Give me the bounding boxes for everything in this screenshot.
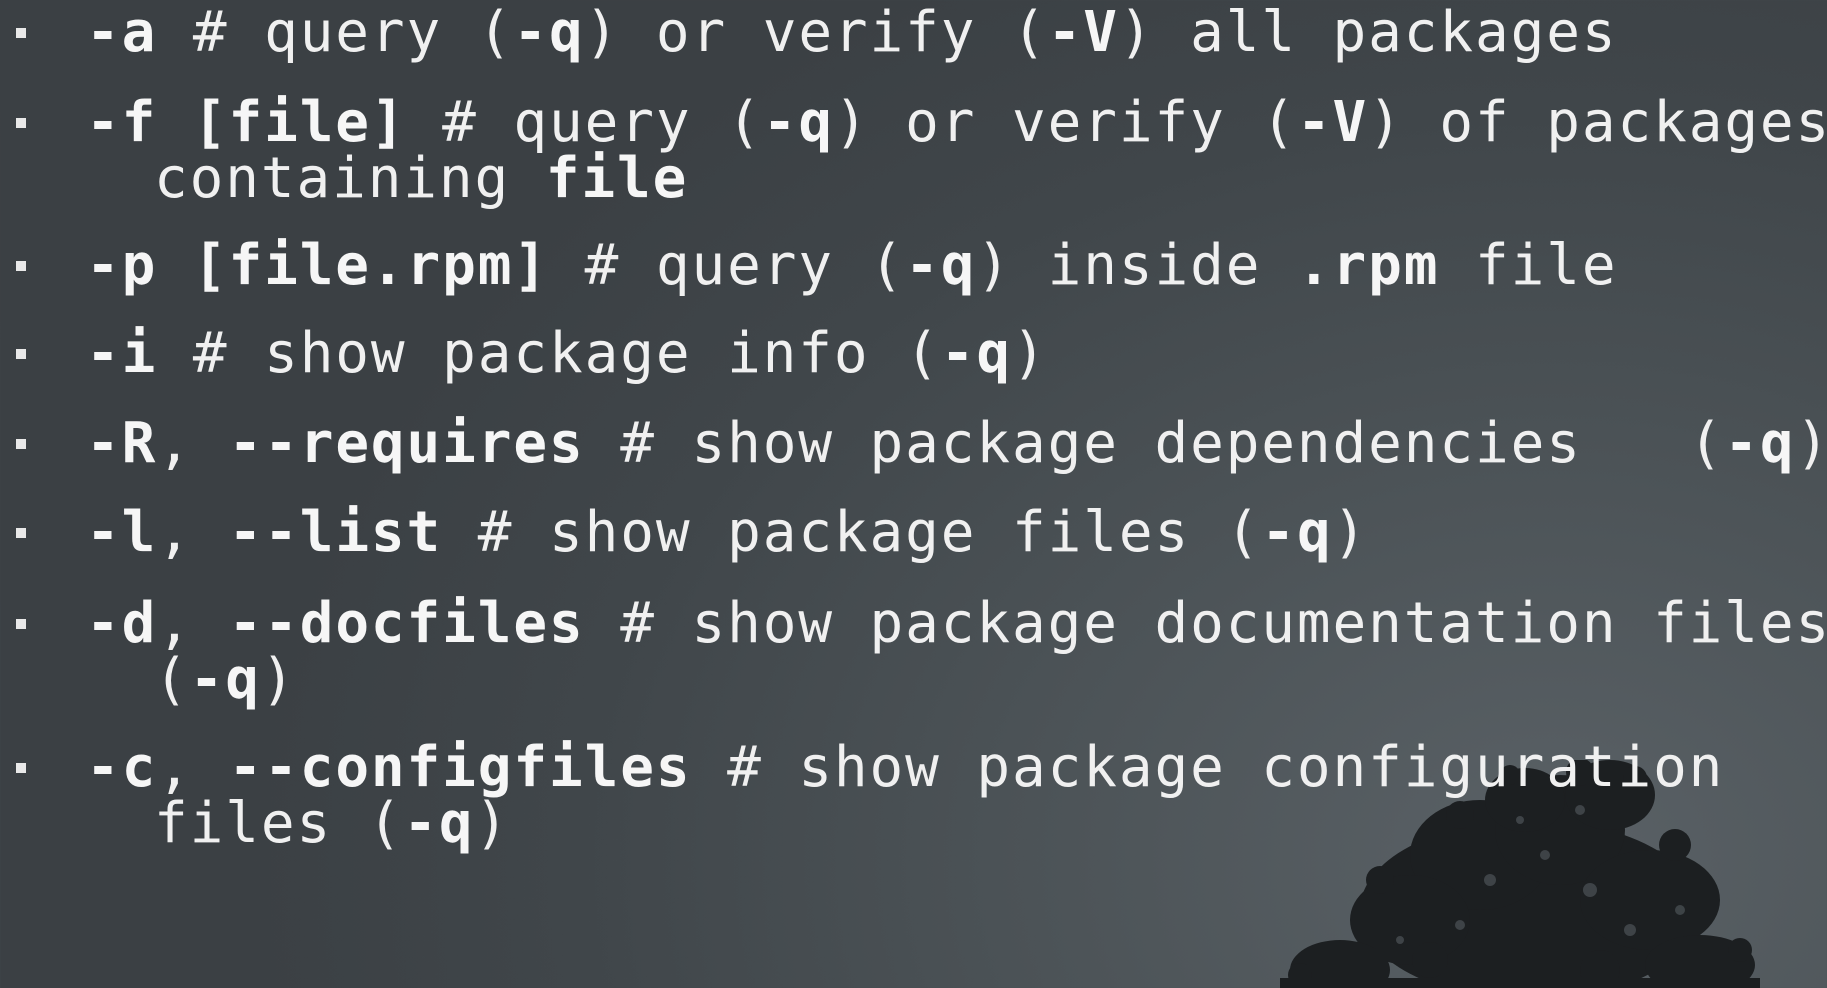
option-flag: -R bbox=[86, 411, 158, 476]
item-line: -c, --configfiles # show package configu… bbox=[86, 740, 1724, 796]
option-flag: -q bbox=[403, 791, 475, 856]
option-description: file bbox=[1439, 233, 1618, 298]
option-description: files ( bbox=[154, 791, 404, 856]
option-description: # show package configuration bbox=[691, 735, 1725, 800]
option-flag: -q bbox=[513, 0, 585, 65]
bullet-marker-icon bbox=[16, 28, 26, 38]
option-description: ) bbox=[260, 647, 297, 712]
option-flag: -q bbox=[940, 321, 1012, 386]
bullet-marker-icon bbox=[16, 261, 26, 271]
option-description: , bbox=[157, 411, 229, 476]
item-line: -p [file.rpm] # query (-q) inside .rpm f… bbox=[86, 238, 1617, 294]
option-description: containing bbox=[154, 146, 546, 211]
option-description: # show package dependencies ( bbox=[584, 411, 1725, 476]
option-flag: -q bbox=[762, 90, 834, 155]
option-flag: -q bbox=[905, 233, 977, 298]
option-description: ( bbox=[154, 647, 190, 712]
option-description: ) inside bbox=[976, 233, 1297, 298]
option-description: , bbox=[157, 500, 229, 565]
bullet-marker-icon bbox=[16, 763, 26, 773]
bullet-marker-icon bbox=[16, 619, 26, 629]
item-continuation-line: containing file bbox=[154, 151, 688, 207]
slide: -a # query (-q) or verify (-V) all packa… bbox=[0, 0, 1827, 988]
option-flag: -d bbox=[86, 591, 158, 656]
option-flag: -V bbox=[1296, 90, 1369, 155]
option-flag: -i bbox=[86, 321, 158, 386]
item-line: -R, --requires # show package dependenci… bbox=[86, 416, 1827, 472]
option-description: # query ( bbox=[157, 0, 514, 65]
option-flag: -a bbox=[86, 0, 158, 65]
option-description: # show package documentation files bbox=[584, 591, 1827, 656]
option-flag: --requires bbox=[228, 411, 585, 476]
item-continuation-line: (-q) bbox=[154, 652, 296, 708]
option-description: # show package info ( bbox=[157, 321, 941, 386]
option-flag: -l bbox=[86, 500, 158, 565]
option-flag: -p [file.rpm] bbox=[86, 233, 549, 298]
option-description: ) bbox=[474, 791, 511, 856]
option-description: ) bbox=[1332, 500, 1369, 565]
bullet-marker-icon bbox=[16, 349, 26, 359]
item-line: -f [file] # query (-q) or verify (-V) of… bbox=[86, 95, 1827, 151]
option-flag: -q bbox=[189, 647, 261, 712]
option-description: ) bbox=[1012, 321, 1048, 386]
option-description: # show package files ( bbox=[442, 500, 1262, 565]
item-continuation-line: files (-q) bbox=[154, 796, 510, 852]
option-flag: -V bbox=[1047, 0, 1119, 65]
bullet-marker-icon bbox=[16, 528, 26, 538]
item-line: -a # query (-q) or verify (-V) all packa… bbox=[86, 5, 1617, 61]
option-flag: -q bbox=[1261, 500, 1333, 565]
item-line: -i # show package info (-q) bbox=[86, 326, 1048, 382]
option-flag: file bbox=[545, 146, 689, 211]
bullet-marker-icon bbox=[16, 439, 26, 449]
option-description: # query ( bbox=[549, 233, 906, 298]
option-flag: --list bbox=[228, 500, 443, 565]
bullet-marker-icon bbox=[16, 118, 26, 128]
option-description: ) or verify ( bbox=[584, 0, 1048, 65]
option-description: ) of packages bbox=[1368, 90, 1827, 155]
option-description: ) or verify ( bbox=[833, 90, 1297, 155]
option-flag: -q bbox=[1724, 411, 1796, 476]
item-line: -d, --docfiles # show package documentat… bbox=[86, 596, 1827, 652]
option-flag: .rpm bbox=[1296, 233, 1440, 298]
item-line: -l, --list # show package files (-q) bbox=[86, 505, 1368, 561]
option-flag: -c bbox=[86, 735, 158, 800]
option-description: ) bbox=[1796, 411, 1827, 476]
option-description: ) all packages bbox=[1118, 0, 1618, 65]
